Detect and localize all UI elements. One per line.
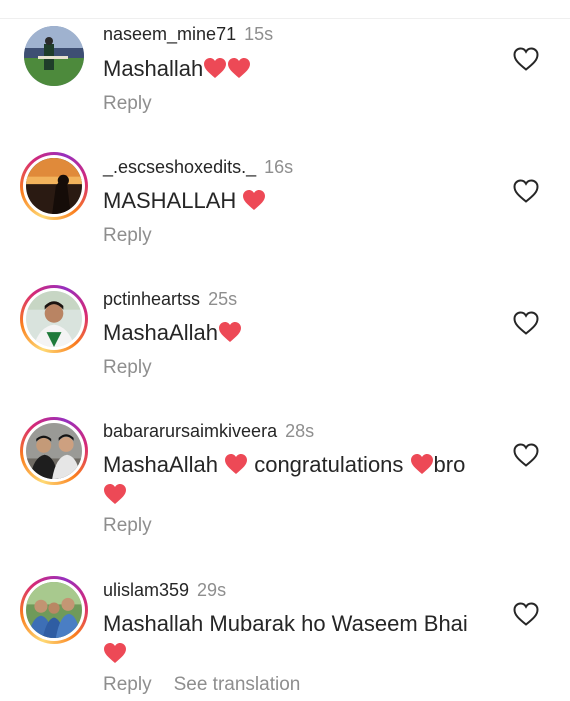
red-heart-emoji-icon — [242, 189, 266, 211]
comment-text-part: bro — [433, 452, 466, 477]
avatar — [26, 158, 82, 214]
comment-meta: _.escseshoxedits._ 16s — [103, 157, 293, 178]
comment-text: Mashallah Mubarak ho Waseem Bhai — [103, 609, 493, 669]
comment-actions: Reply — [103, 93, 174, 115]
red-heart-emoji-icon — [410, 453, 434, 475]
reply-button[interactable]: Reply — [103, 93, 152, 114]
comment-meta: pctinheartss 25s — [103, 289, 237, 310]
comment-text-part: congratulations — [254, 452, 404, 477]
avatar — [26, 423, 82, 479]
like-heart-icon[interactable] — [512, 442, 540, 468]
timestamp: 28s — [285, 421, 315, 441]
red-heart-emoji-icon — [203, 57, 227, 79]
avatar — [26, 291, 82, 347]
comment-meta: babararursaimkiveera 28s — [103, 421, 314, 442]
reply-button[interactable]: Reply — [103, 515, 152, 536]
avatar[interactable] — [24, 26, 84, 86]
red-heart-emoji-icon — [103, 483, 127, 505]
avatar-story-ring[interactable] — [20, 285, 88, 353]
avatar — [26, 582, 82, 638]
avatar-story-ring[interactable] — [20, 576, 88, 644]
comment-actions: Reply — [103, 515, 174, 537]
comment-text-content: Mashallah — [103, 56, 204, 81]
username[interactable]: naseem_mine71 — [103, 24, 236, 44]
red-heart-emoji-icon — [227, 57, 251, 79]
timestamp: 16s — [264, 157, 294, 177]
comment-meta: naseem_mine71 15s — [103, 24, 273, 45]
comment-actions: Reply See translation — [103, 674, 322, 696]
comment-actions: Reply — [103, 357, 174, 379]
red-heart-emoji-icon — [103, 642, 127, 664]
timestamp: 15s — [244, 24, 274, 44]
avatar-story-ring[interactable] — [20, 152, 88, 220]
username[interactable]: ulislam359 — [103, 580, 189, 600]
comment-meta: ulislam359 29s — [103, 580, 226, 601]
like-heart-icon[interactable] — [512, 601, 540, 627]
top-divider — [0, 18, 570, 19]
reply-button[interactable]: Reply — [103, 674, 152, 695]
username[interactable]: babararursaimkiveera — [103, 421, 277, 441]
comment-text: MASHALLAH — [103, 186, 493, 216]
comment-text-content: Mashallah Mubarak ho Waseem Bhai — [103, 611, 468, 636]
reply-button[interactable]: Reply — [103, 225, 152, 246]
comment-text: MashaAllah congratulations bro — [103, 450, 493, 510]
username[interactable]: _.escseshoxedits._ — [103, 157, 256, 177]
timestamp: 29s — [197, 580, 227, 600]
like-heart-icon[interactable] — [512, 178, 540, 204]
reply-button[interactable]: Reply — [103, 357, 152, 378]
comment-text-content: MASHALLAH — [103, 188, 237, 213]
comment-actions: Reply — [103, 225, 174, 247]
username[interactable]: pctinheartss — [103, 289, 200, 309]
see-translation-button[interactable]: See translation — [174, 674, 301, 695]
like-heart-icon[interactable] — [512, 310, 540, 336]
comment-text: Mashallah — [103, 54, 493, 84]
avatar-story-ring[interactable] — [20, 417, 88, 485]
red-heart-emoji-icon — [218, 321, 242, 343]
comment-text-content: MashaAllah — [103, 320, 218, 345]
comment-text-part: MashaAllah — [103, 452, 218, 477]
like-heart-icon[interactable] — [512, 46, 540, 72]
red-heart-emoji-icon — [224, 453, 248, 475]
timestamp: 25s — [208, 289, 238, 309]
comment-text: MashaAllah — [103, 318, 493, 348]
